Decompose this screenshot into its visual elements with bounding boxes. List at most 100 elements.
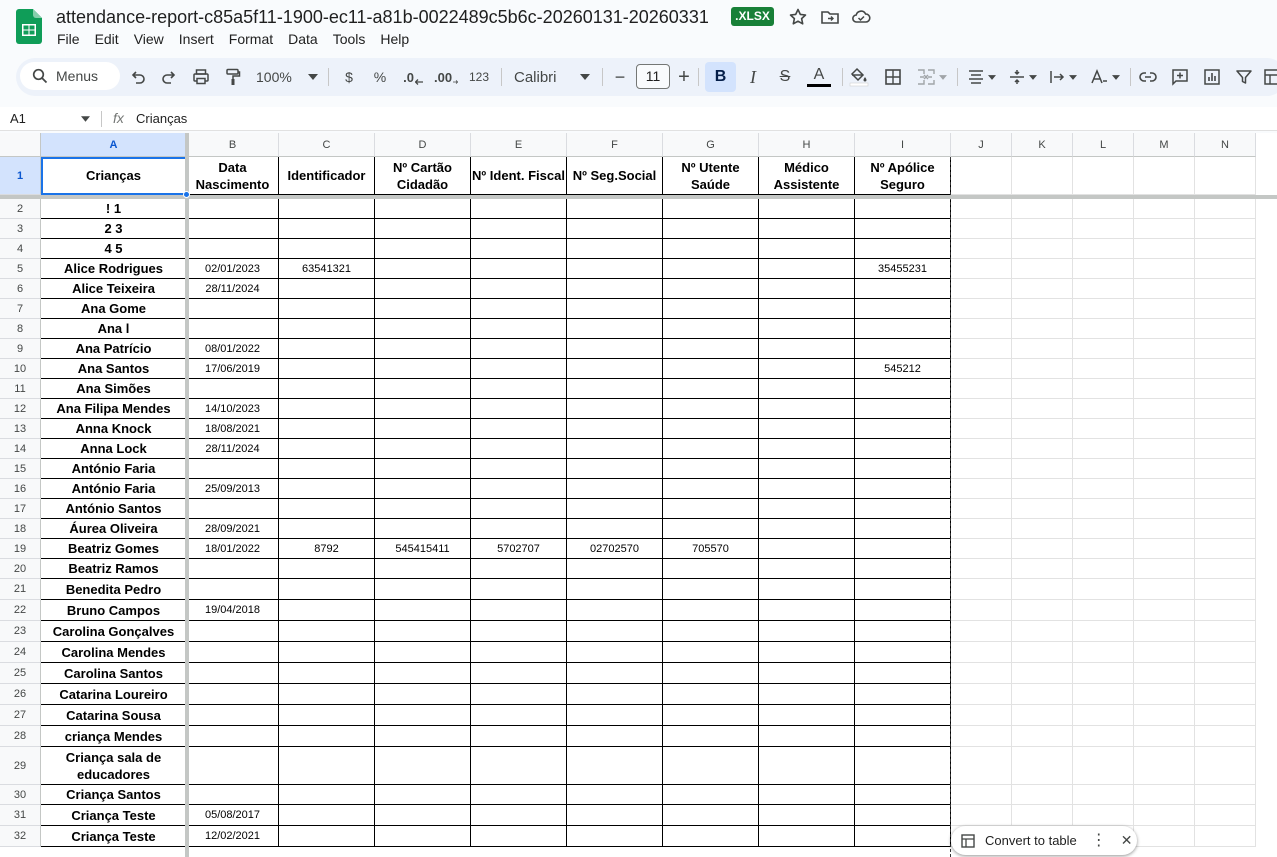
empty-cell[interactable] (1134, 663, 1195, 684)
data-cell[interactable] (855, 439, 951, 459)
data-cell[interactable] (471, 559, 567, 579)
star-icon[interactable] (788, 7, 808, 27)
empty-cell[interactable] (1134, 684, 1195, 705)
increase-font-size-button[interactable]: + (677, 66, 691, 88)
empty-cell[interactable] (951, 419, 1012, 439)
empty-cell[interactable] (1134, 499, 1195, 519)
menu-edit[interactable]: Edit (95, 30, 119, 48)
data-cell[interactable] (759, 219, 855, 239)
empty-cell[interactable] (1134, 621, 1195, 642)
data-cell[interactable] (279, 519, 375, 539)
empty-cell[interactable] (1012, 559, 1073, 579)
data-cell[interactable] (855, 826, 951, 847)
vertical-align-button[interactable] (1007, 66, 1039, 88)
data-cell[interactable] (663, 459, 759, 479)
empty-cell[interactable] (1073, 279, 1134, 299)
data-cell[interactable] (471, 499, 567, 519)
header-cell-d[interactable]: Nº Cartão Cidadão (375, 157, 471, 195)
data-cell[interactable] (187, 705, 279, 726)
data-cell[interactable] (471, 359, 567, 379)
data-cell[interactable]: 28/11/2024 (187, 279, 279, 299)
data-cell[interactable] (855, 379, 951, 399)
empty-cell[interactable] (1134, 299, 1195, 319)
data-cell[interactable] (855, 399, 951, 419)
empty-cell[interactable] (951, 805, 1012, 826)
child-name-cell[interactable]: Alice Teixeira (41, 279, 187, 299)
empty-cell[interactable] (1195, 621, 1256, 642)
empty-cell[interactable] (1134, 785, 1195, 805)
data-cell[interactable] (567, 419, 663, 439)
data-cell[interactable]: 18/01/2022 (187, 539, 279, 559)
data-cell[interactable] (855, 642, 951, 663)
child-name-cell[interactable]: 2 3 (41, 219, 187, 239)
percent-format-button[interactable]: % (371, 66, 389, 88)
data-cell[interactable] (855, 539, 951, 559)
empty-cell[interactable] (1073, 239, 1134, 259)
data-cell[interactable] (567, 579, 663, 600)
data-cell[interactable] (279, 239, 375, 259)
data-cell[interactable] (759, 319, 855, 339)
data-cell[interactable] (567, 319, 663, 339)
empty-cell[interactable] (1195, 439, 1256, 459)
empty-cell[interactable] (1012, 785, 1073, 805)
data-cell[interactable] (471, 459, 567, 479)
column-header-k[interactable]: K (1012, 133, 1073, 157)
data-cell[interactable] (663, 319, 759, 339)
data-cell[interactable] (759, 279, 855, 299)
data-cell[interactable]: 05/08/2017 (187, 805, 279, 826)
data-cell[interactable] (567, 299, 663, 319)
row-header-14[interactable]: 14 (0, 439, 41, 459)
row-header-17[interactable]: 17 (0, 499, 41, 519)
menu-format[interactable]: Format (229, 30, 273, 48)
data-cell[interactable] (279, 219, 375, 239)
empty-cell[interactable] (1195, 805, 1256, 826)
empty-cell[interactable] (1073, 419, 1134, 439)
data-cell[interactable] (375, 379, 471, 399)
data-cell[interactable] (471, 600, 567, 621)
data-cell[interactable] (663, 439, 759, 459)
data-cell[interactable] (855, 279, 951, 299)
data-cell[interactable] (375, 219, 471, 239)
data-cell[interactable] (759, 519, 855, 539)
data-cell[interactable] (375, 642, 471, 663)
row-header-26[interactable]: 26 (0, 684, 41, 705)
empty-cell[interactable] (1073, 499, 1134, 519)
menu-data[interactable]: Data (288, 30, 318, 48)
data-cell[interactable] (375, 499, 471, 519)
row-header-7[interactable]: 7 (0, 299, 41, 319)
data-cell[interactable] (663, 379, 759, 399)
empty-cell[interactable] (1195, 359, 1256, 379)
data-cell[interactable] (279, 199, 375, 219)
data-cell[interactable]: 28/11/2024 (187, 439, 279, 459)
data-cell[interactable] (187, 199, 279, 219)
row-header-9[interactable]: 9 (0, 339, 41, 359)
data-cell[interactable] (279, 499, 375, 519)
column-header-f[interactable]: F (567, 133, 663, 157)
insert-link-button[interactable] (1138, 66, 1158, 88)
data-cell[interactable] (567, 642, 663, 663)
empty-cell[interactable] (1012, 621, 1073, 642)
data-cell[interactable] (663, 684, 759, 705)
data-cell[interactable] (375, 621, 471, 642)
empty-cell[interactable] (1195, 499, 1256, 519)
row-header-15[interactable]: 15 (0, 459, 41, 479)
empty-cell[interactable] (1073, 399, 1134, 419)
data-cell[interactable] (279, 805, 375, 826)
child-name-cell[interactable]: Benedita Pedro (41, 579, 187, 600)
empty-cell[interactable] (1195, 239, 1256, 259)
data-cell[interactable] (187, 684, 279, 705)
empty-cell[interactable] (1134, 747, 1195, 785)
empty-cell[interactable] (1012, 199, 1073, 219)
data-cell[interactable] (471, 219, 567, 239)
empty-cell[interactable] (1012, 299, 1073, 319)
empty-cell[interactable] (951, 579, 1012, 600)
empty-cell[interactable] (951, 559, 1012, 579)
empty-cell[interactable] (1012, 642, 1073, 663)
data-cell[interactable] (279, 559, 375, 579)
data-cell[interactable] (471, 785, 567, 805)
data-cell[interactable] (567, 239, 663, 259)
row-header-32[interactable]: 32 (0, 826, 41, 847)
data-cell[interactable] (855, 339, 951, 359)
empty-cell[interactable] (1073, 579, 1134, 600)
child-name-cell[interactable]: 4 5 (41, 239, 187, 259)
